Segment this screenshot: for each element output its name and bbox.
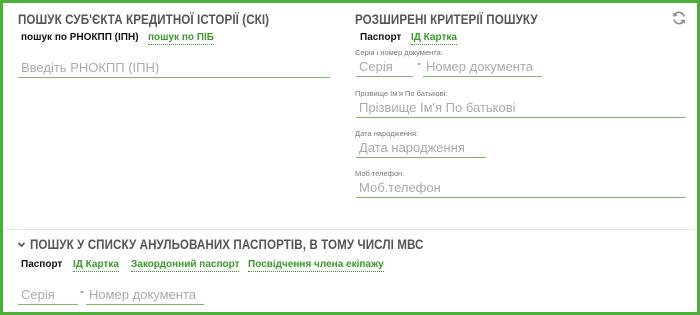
annulled-series-number-dash: - [80, 284, 84, 298]
document-label: Серія і номер документа: [355, 48, 443, 57]
subject-search-title: ПОШУК СУБ'ЄКТА КРЕДИТНОЇ ІСТОРІЇ (СКІ) [18, 12, 270, 27]
tab-extended-passport[interactable]: Паспорт [360, 32, 401, 44]
annulled-passports-title[interactable]: ПОШУК У СПИСКУ АНУЛЬОВАНИХ ПАСПОРТІВ, В … [30, 237, 423, 252]
search-panel: ПОШУК СУБ'ЄКТА КРЕДИТНОЇ ІСТОРІЇ (СКІ) п… [0, 0, 700, 315]
fio-label: Прізвище Ім'я По батькові: [355, 89, 448, 98]
birth-date-label: Дата народження: [355, 129, 419, 138]
annulled-number-input[interactable] [86, 287, 204, 305]
extended-number-input[interactable] [423, 59, 542, 77]
tab-extended-id-card[interactable]: ІД Картка [411, 32, 457, 45]
phone-input[interactable] [356, 180, 686, 198]
refresh-icon[interactable] [671, 10, 687, 26]
tab-annulled-id-card[interactable]: ІД Картка [73, 259, 119, 272]
tab-annulled-crew-certificate[interactable]: Посвідчення члена екіпажу [248, 259, 384, 272]
extended-series-input[interactable] [356, 59, 413, 77]
series-number-dash: - [417, 56, 421, 70]
extended-criteria-title: РОЗШИРЕНІ КРИТЕРІЇ ПОШУКУ [355, 12, 538, 27]
chevron-down-icon[interactable] [17, 240, 26, 249]
tab-annulled-foreign-passport[interactable]: Закордонний паспорт [131, 259, 240, 272]
phone-label: Моб.телефон: [355, 169, 405, 178]
tab-search-by-rnokpp[interactable]: пошук по РНОКПП (ІПН) [21, 32, 139, 44]
birth-date-input[interactable] [356, 140, 486, 158]
rnokpp-input[interactable] [18, 60, 330, 78]
tab-annulled-passport[interactable]: Паспорт [21, 259, 62, 271]
annulled-series-input[interactable] [18, 287, 78, 305]
section-divider [6, 229, 694, 230]
tab-search-by-fio[interactable]: пошук по ПІБ [148, 32, 214, 45]
fio-input[interactable] [356, 100, 686, 118]
